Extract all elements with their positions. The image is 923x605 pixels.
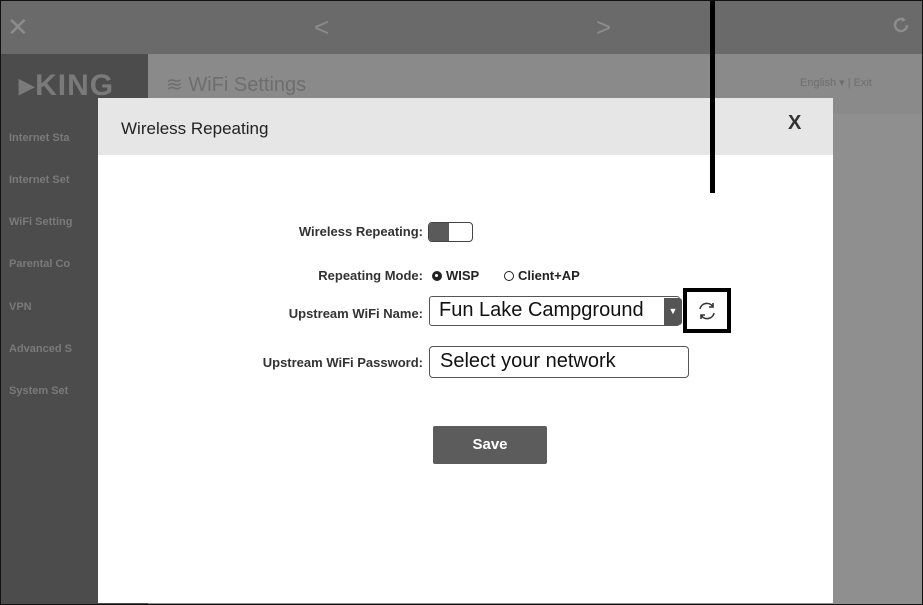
exit-link[interactable]: Exit [854, 77, 872, 89]
refresh-networks-button[interactable] [683, 288, 731, 333]
wireless-repeating-toggle[interactable] [428, 222, 473, 242]
upstream-wifi-password-label: Upstream WiFi Password: [262, 355, 423, 370]
top-nav-bar: ✕ < > [1, 1, 922, 54]
upstream-wifi-password-input[interactable]: Select your network [429, 346, 689, 378]
forward-icon[interactable]: > [596, 1, 611, 54]
sidebar-item-internet-status[interactable]: Internet Sta [9, 132, 70, 144]
repeating-mode-label: Repeating Mode: [318, 268, 423, 283]
refresh-icon[interactable] [890, 1, 912, 54]
sidebar-item-wifi-settings[interactable]: WiFi Setting [9, 216, 72, 228]
dialog-title: Wireless Repeating [121, 119, 269, 138]
close-icon[interactable]: ✕ [7, 1, 29, 54]
dialog-header: Wireless Repeating X [98, 98, 833, 155]
page-title: ≋ WiFi Settings [166, 74, 307, 96]
chevron-down-icon[interactable]: ▼ [664, 298, 682, 325]
dialog-close-button[interactable]: X [788, 112, 801, 135]
back-icon[interactable]: < [314, 1, 329, 54]
wireless-repeating-label: Wireless Repeating: [298, 224, 423, 239]
toggle-knob [429, 223, 449, 241]
radio-selected-icon [432, 270, 442, 281]
save-button[interactable]: Save [433, 426, 547, 464]
radio-wisp[interactable]: WISP [432, 268, 479, 283]
sidebar-item-system-settings[interactable]: System Set [9, 385, 68, 397]
sidebar-item-vpn[interactable]: VPN [9, 301, 32, 313]
sidebar-item-advanced-settings[interactable]: Advanced S [9, 343, 72, 355]
radio-client-ap[interactable]: Client+AP [504, 268, 580, 283]
wireless-repeating-dialog: Wireless Repeating X Wireless Repeating:… [98, 98, 833, 603]
callout-line [710, 1, 715, 193]
radio-unselected-icon [504, 270, 514, 281]
wifi-icon: ≋ [166, 74, 183, 96]
upstream-wifi-name-label: Upstream WiFi Name: [288, 306, 423, 321]
sidebar-item-internet-settings[interactable]: Internet Set [9, 174, 70, 186]
refresh-icon [699, 302, 715, 320]
language-selector[interactable]: English ▾ | Exit [800, 76, 872, 89]
upstream-wifi-name-select[interactable]: Fun Lake Campground [429, 296, 680, 326]
app-window: ✕ < > ▸KING Internet Sta Internet Set Wi… [0, 0, 923, 605]
sidebar-item-parental-controls[interactable]: Parental Co [9, 258, 70, 270]
